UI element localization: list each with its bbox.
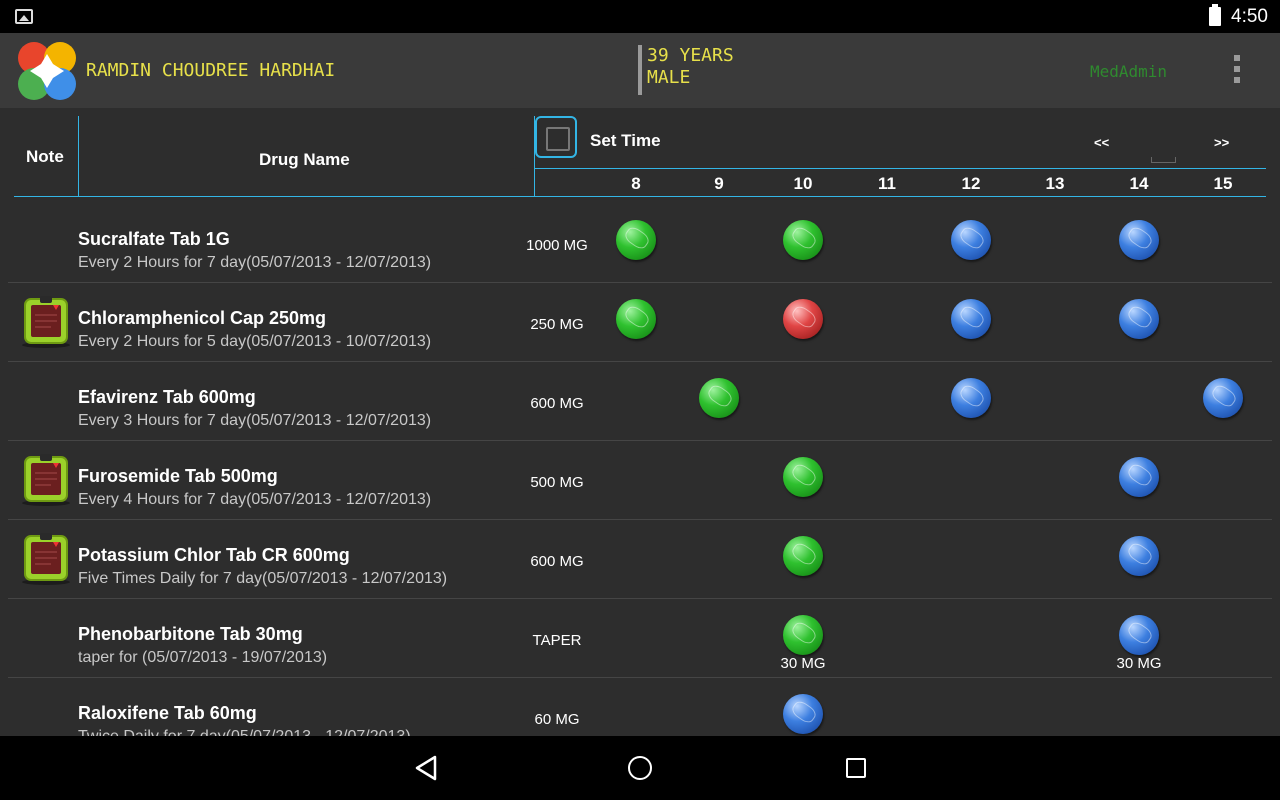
drug-name: Phenobarbitone Tab 30mg xyxy=(78,624,303,644)
battery-icon xyxy=(1209,4,1221,26)
scheduled-dose-pill-icon[interactable] xyxy=(1119,457,1159,497)
drug-schedule: Every 2 Hours for 7 day(05/07/2013 - 12/… xyxy=(78,254,432,271)
header-divider xyxy=(14,196,534,197)
drug-schedule: Every 3 Hours for 7 day(05/07/2013 - 12/… xyxy=(78,412,432,429)
given-dose-pill-icon[interactable] xyxy=(783,536,823,576)
patient-age: 39 YEARS xyxy=(647,45,734,66)
scheduled-dose-pill-icon[interactable] xyxy=(1119,299,1159,339)
medication-row[interactable]: Chloramphenicol Cap 250mg Every 2 Hours f… xyxy=(0,283,1280,362)
drug-schedule: Every 4 Hours for 7 day(05/07/2013 - 12/… xyxy=(78,491,432,508)
scheduled-dose-pill-icon[interactable] xyxy=(783,694,823,734)
drug-name: Raloxifene Tab 60mg xyxy=(78,703,257,723)
missed-dose-pill-icon[interactable] xyxy=(783,299,823,339)
medication-chart: Note Drug Name Set Time << >> 8 9 10 11 12 13… xyxy=(0,108,1280,736)
app-logo-icon[interactable] xyxy=(16,40,78,102)
medication-row[interactable]: Raloxifene Tab 60mg Twice Daily for 7 day… xyxy=(0,678,1280,736)
patient-demographics: 39 YEARS MALE xyxy=(638,45,734,95)
dose-amount-label: 30 MG xyxy=(780,655,826,672)
set-time-label: Set Time xyxy=(590,131,661,150)
home-icon[interactable] xyxy=(628,756,652,780)
hour-column-header: 9 xyxy=(714,174,724,193)
drug-dose: 500 MG xyxy=(530,474,584,491)
scheduled-dose-pill-icon[interactable] xyxy=(1119,536,1159,576)
hour-column-header: 11 xyxy=(878,174,896,193)
drug-dose: 1000 MG xyxy=(526,237,588,254)
current-user: MedAdmin xyxy=(1090,62,1168,81)
header-divider xyxy=(534,196,1266,197)
given-dose-pill-icon[interactable] xyxy=(616,220,656,260)
drug-schedule: Every 2 Hours for 5 day(05/07/2013 - 10/… xyxy=(78,333,432,350)
drug-schedule: Twice Daily for 7 day(05/07/2013 - 12/07… xyxy=(78,728,411,736)
medication-row[interactable]: Sucralfate Tab 1G Every 2 Hours for 7 day… xyxy=(0,204,1280,283)
hour-column-header: 12 xyxy=(961,174,981,193)
given-dose-pill-icon[interactable] xyxy=(783,220,823,260)
column-divider xyxy=(78,116,79,196)
patient-name: RAMDIN CHOUDREE HARDHAI xyxy=(86,60,336,81)
clipboard-note-icon[interactable] xyxy=(20,295,72,349)
medication-row[interactable]: Potassium Chlor Tab CR 600mg Five Times D… xyxy=(0,520,1280,599)
hour-column-header: 13 xyxy=(1045,174,1065,193)
patient-gender: MALE xyxy=(647,67,691,88)
drug-dose: 600 MG xyxy=(530,395,584,412)
drug-name: Sucralfate Tab 1G xyxy=(78,229,230,249)
medication-row[interactable]: Phenobarbitone Tab 30mg taper for (05/07/… xyxy=(0,599,1280,678)
hour-column-header: 15 xyxy=(1213,174,1233,193)
dose-amount-label: 30 MG xyxy=(1116,655,1162,672)
given-dose-pill-icon[interactable] xyxy=(699,378,739,418)
system-navigation-bar xyxy=(0,736,1280,800)
drug-name-column-header: Drug Name xyxy=(259,150,350,169)
scheduled-dose-pill-icon[interactable] xyxy=(1119,615,1159,655)
next-hours-button[interactable]: >> xyxy=(1214,135,1229,150)
scheduled-dose-pill-icon[interactable] xyxy=(951,220,991,260)
drug-dose: 60 MG xyxy=(534,711,580,728)
status-bar: 4:50 xyxy=(0,0,1280,33)
clipboard-note-icon[interactable] xyxy=(20,532,72,586)
previous-hours-button[interactable]: << xyxy=(1094,135,1109,150)
status-clock: 4:50 xyxy=(1231,6,1268,27)
drug-dose: TAPER xyxy=(532,632,582,649)
hour-column-header: 8 xyxy=(631,174,641,193)
drug-name: Potassium Chlor Tab CR 600mg xyxy=(78,545,350,565)
scheduled-dose-pill-icon[interactable] xyxy=(951,378,991,418)
drug-name: Furosemide Tab 500mg xyxy=(78,466,278,486)
note-column-header: Note xyxy=(26,147,64,166)
hour-column-header: 14 xyxy=(1129,174,1149,193)
back-icon[interactable] xyxy=(413,754,439,782)
scheduled-dose-pill-icon[interactable] xyxy=(951,299,991,339)
overflow-menu-icon[interactable] xyxy=(1232,55,1242,87)
drug-schedule: Five Times Daily for 7 day(05/07/2013 - … xyxy=(78,570,448,587)
drug-dose: 250 MG xyxy=(530,316,584,333)
given-dose-pill-icon[interactable] xyxy=(783,457,823,497)
medication-row[interactable]: Furosemide Tab 500mg Every 4 Hours for 7 … xyxy=(0,441,1280,520)
header-divider xyxy=(534,168,1266,169)
drug-schedule: taper for (05/07/2013 - 19/07/2013) xyxy=(78,649,328,666)
drug-name: Chloramphenicol Cap 250mg xyxy=(78,308,327,328)
given-dose-pill-icon[interactable] xyxy=(783,615,823,655)
hour-column-header: 10 xyxy=(793,174,813,193)
given-dose-pill-icon[interactable] xyxy=(616,299,656,339)
clipboard-note-icon[interactable] xyxy=(20,453,72,507)
app-bar: RAMDIN CHOUDREE HARDHAI 39 YEARS MALE Me… xyxy=(0,33,1280,108)
drug-dose: 600 MG xyxy=(530,553,584,570)
medication-row[interactable]: Efavirenz Tab 600mg Every 3 Hours for 7 d… xyxy=(0,362,1280,441)
image-notification-icon xyxy=(15,9,33,24)
scheduled-dose-pill-icon[interactable] xyxy=(1203,378,1243,418)
time-scroll-indicator xyxy=(1151,157,1176,163)
scheduled-dose-pill-icon[interactable] xyxy=(1119,220,1159,260)
recents-icon[interactable] xyxy=(846,758,866,778)
drug-name: Efavirenz Tab 600mg xyxy=(78,387,256,407)
set-time-checkbox[interactable] xyxy=(535,116,577,158)
